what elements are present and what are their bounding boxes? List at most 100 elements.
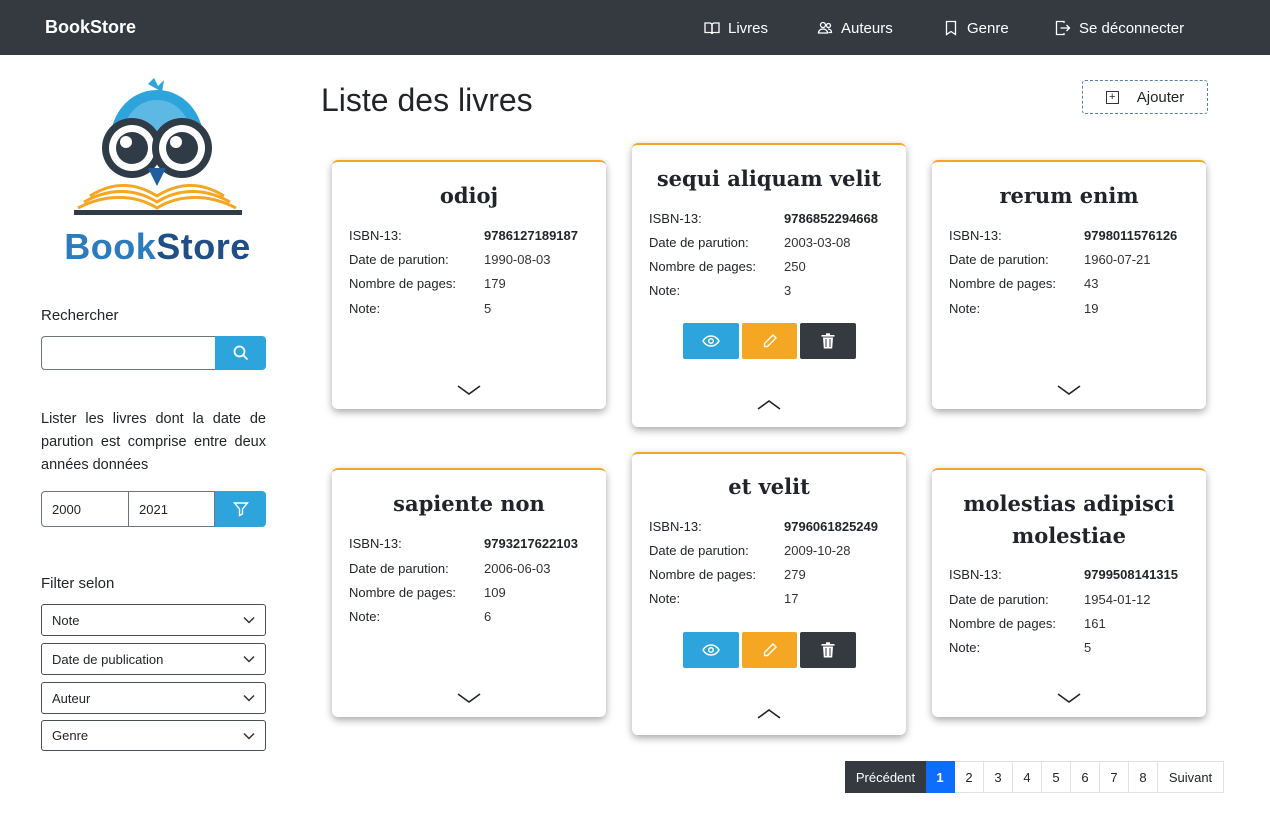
isbn-value: 9799508141315 — [1084, 567, 1178, 582]
nav-livres[interactable]: Livres — [704, 18, 768, 38]
isbn-label: ISBN-13: — [349, 536, 402, 551]
view-button[interactable] — [683, 323, 739, 359]
users-icon — [817, 21, 833, 34]
pages-row: Nombre de pages: 109 — [349, 585, 589, 603]
page-1-button[interactable]: 1 — [926, 761, 955, 793]
isbn-value: 9796061825249 — [784, 519, 878, 534]
page-2-button[interactable]: 2 — [955, 761, 984, 793]
note-row: Note: 19 — [949, 301, 1189, 319]
pages-value: 250 — [784, 259, 806, 274]
logo-word-book: Book — [64, 226, 157, 267]
pages-row: Nombre de pages: 179 — [349, 276, 589, 294]
prev-page-button[interactable]: Précédent — [845, 761, 926, 793]
date-value: 1990-08-03 — [484, 252, 551, 267]
chevron-down-icon — [243, 732, 255, 740]
isbn-label: ISBN-13: — [949, 228, 1002, 243]
logo-word-store: Store — [156, 226, 251, 267]
filter-select-auteur[interactable]: Auteur — [41, 682, 266, 714]
pages-value: 161 — [1084, 616, 1106, 631]
page-5-button[interactable]: 5 — [1042, 761, 1071, 793]
chevron-down-icon[interactable] — [457, 692, 481, 704]
book-card: molestias adipisci molestiae ISBN-13: 979… — [932, 468, 1206, 717]
note-label: Note: — [649, 591, 681, 606]
delete-button[interactable] — [800, 323, 857, 359]
note-label: Note: — [949, 301, 981, 316]
chevron-up-icon[interactable] — [757, 399, 781, 411]
date-row: Date de parution: 2006-06-03 — [349, 561, 589, 579]
page-4-button[interactable]: 4 — [1013, 761, 1042, 793]
nav-genre[interactable]: Genre — [943, 18, 1009, 38]
logout-icon — [1055, 20, 1071, 36]
date-value: 2003-03-08 — [784, 235, 851, 250]
filter-select-label: Note — [52, 612, 80, 628]
delete-button[interactable] — [800, 632, 857, 668]
year-from-input[interactable] — [41, 491, 128, 527]
brand[interactable]: BookStore — [45, 17, 136, 38]
chevron-down-icon[interactable] — [457, 384, 481, 396]
chevron-up-icon[interactable] — [757, 708, 781, 720]
pencil-icon — [763, 643, 777, 657]
note-value: 6 — [484, 609, 492, 624]
year-filter-button[interactable] — [215, 491, 266, 527]
chevron-down-icon — [243, 616, 255, 624]
card-actions — [683, 632, 857, 668]
date-label: Date de parution: — [949, 252, 1049, 267]
date-label: Date de parution: — [649, 543, 749, 558]
nav-auteurs[interactable]: Auteurs — [817, 18, 893, 38]
filter-select-date[interactable]: Date de publication — [41, 643, 266, 675]
isbn-value: 9786852294668 — [784, 211, 878, 226]
search-input[interactable] — [41, 336, 215, 370]
page-3-button[interactable]: 3 — [984, 761, 1013, 793]
pages-row: Nombre de pages: 161 — [949, 616, 1189, 634]
date-value: 1954-01-12 — [1084, 592, 1151, 607]
card-actions — [683, 323, 857, 359]
owl-book-logo-icon — [74, 78, 242, 215]
date-row: Date de parution: 1990-08-03 — [349, 252, 589, 270]
note-label: Note: — [949, 640, 981, 655]
page-8-button[interactable]: 8 — [1129, 761, 1158, 793]
pages-value: 279 — [784, 567, 806, 582]
filter-select-label: Date de publication — [52, 651, 164, 667]
page-7-button[interactable]: 7 — [1100, 761, 1129, 793]
date-row: Date de parution: 1960-07-21 — [949, 252, 1189, 270]
pages-value: 179 — [484, 276, 506, 291]
year-range-group — [41, 491, 266, 527]
pencil-icon — [763, 334, 777, 348]
year-to-input[interactable] — [128, 491, 215, 527]
pages-label: Nombre de pages: — [649, 259, 756, 274]
date-value: 2009-10-28 — [784, 543, 851, 558]
edit-button[interactable] — [741, 632, 798, 668]
pages-row: Nombre de pages: 279 — [649, 567, 889, 585]
book-card: odioj ISBN-13: 9786127189187 Date de paru… — [332, 160, 606, 409]
isbn-label: ISBN-13: — [949, 567, 1002, 582]
navbar: BookStore Livres Auteurs Genre Se déconn… — [0, 0, 1270, 55]
view-button[interactable] — [683, 632, 739, 668]
chevron-down-icon[interactable] — [1057, 384, 1081, 396]
isbn-label: ISBN-13: — [349, 228, 402, 243]
chevron-down-icon[interactable] — [1057, 692, 1081, 704]
note-row: Note: 3 — [649, 283, 889, 301]
pages-label: Nombre de pages: — [349, 276, 456, 291]
book-card: et velit ISBN-13: 9796061825249 Date de p… — [632, 452, 906, 735]
book-title: sapiente non — [393, 491, 545, 516]
date-label: Date de parution: — [649, 235, 749, 250]
edit-button[interactable] — [741, 323, 798, 359]
isbn-label: ISBN-13: — [649, 211, 702, 226]
note-row: Note: 5 — [349, 301, 589, 319]
book-title: molestias adipisci molestiae — [963, 491, 1175, 548]
filter-select-note[interactable]: Note — [41, 604, 266, 636]
note-value: 3 — [784, 283, 792, 298]
nav-logout[interactable]: Se déconnecter — [1055, 18, 1184, 38]
book-title: sequi aliquam velit — [656, 166, 882, 191]
next-page-button[interactable]: Suivant — [1158, 761, 1224, 793]
nav-livres-label: Livres — [728, 19, 769, 37]
search-button[interactable] — [215, 336, 266, 370]
note-value: 17 — [784, 591, 799, 606]
add-book-button[interactable]: + Ajouter — [1082, 80, 1208, 114]
filter-select-genre[interactable]: Genre — [41, 720, 266, 751]
nav-genre-label: Genre — [967, 19, 1009, 37]
page-6-button[interactable]: 6 — [1071, 761, 1100, 793]
pages-value: 43 — [1084, 276, 1099, 291]
book-title: et velit — [728, 474, 810, 499]
chevron-down-icon — [243, 694, 255, 702]
